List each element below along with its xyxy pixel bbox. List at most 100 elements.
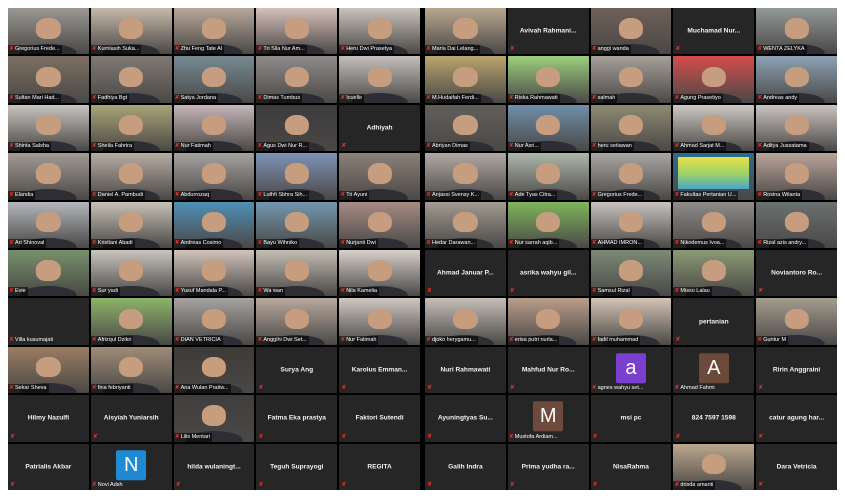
participant-tile[interactable]: ✘Guntur M (756, 298, 837, 345)
participant-tile[interactable]: ✘Samsul Rizal (590, 250, 672, 297)
participant-tile[interactable]: a ✘agnes wahyu set... (590, 346, 672, 394)
participant-tile[interactable]: ✘Misso Lalau (673, 250, 755, 297)
participant-tile[interactable]: Faktori Sutendi ✘ (339, 395, 420, 442)
participant-tile[interactable]: ✘Fadhiya Bgt (90, 56, 172, 103)
participant-tile[interactable]: ✘Zhu Feng Tate Al (173, 8, 255, 55)
participant-tile[interactable]: Karolus Emman... ✘ (339, 346, 420, 394)
participant-tile[interactable]: ✘M.Hudaifah Ferdi... (425, 56, 506, 103)
participant-tile[interactable]: ✘Wa wan (256, 250, 338, 297)
participant-tile[interactable]: ✘Gregorius Frede... (8, 8, 89, 55)
participant-tile[interactable]: ✘Tri Ayuni (339, 153, 420, 200)
participant-tile[interactable]: ✘Elandia (8, 153, 89, 200)
participant-tile[interactable]: ✘Andreas Cosimo (173, 201, 255, 248)
participant-tile[interactable]: ✘Nila Kamelia (339, 250, 420, 297)
participant-tile[interactable]: Avivah Rahmani... ✘ (507, 8, 589, 55)
participant-tile[interactable]: ✘Luthfi Sbhra Sih... (256, 153, 338, 200)
participant-tile[interactable]: ✘Rosina Wilanta (756, 153, 837, 200)
participant-tile[interactable]: Surya Ang ✘ (256, 346, 338, 394)
participant-tile[interactable]: ✘Agus Dwi Nur R... (256, 104, 338, 152)
participant-tile[interactable]: ✘Nurjanti Dwi (339, 201, 420, 248)
participant-tile[interactable]: asrika wahyu gil... ✘ (507, 250, 589, 297)
participant-tile[interactable]: ✘Heru Dwi Prasetya (339, 8, 420, 55)
participant-tile[interactable]: msi pc ✘ (590, 395, 672, 442)
participant-tile[interactable]: ✘Nur Fatimah (173, 104, 255, 152)
participant-tile[interactable]: ✘Nur Asri... (507, 104, 589, 152)
participant-tile[interactable]: hilda wulaningt... ✘ (173, 443, 255, 490)
participant-tile[interactable]: Noviantoro Ro... ✘ (756, 250, 837, 297)
participant-tile[interactable]: ✘Bayu Wihniko (256, 201, 338, 248)
participant-tile[interactable]: ✘WENTA ZELYKA (756, 8, 837, 55)
participant-tile[interactable]: Nuri Rahmawati ✘ (425, 346, 506, 394)
participant-tile[interactable]: ✘erisa putri nurla... (507, 298, 589, 345)
participant-tile[interactable]: pertanian ✘ (673, 298, 755, 345)
participant-tile[interactable]: Ayuningtyas Su... ✘ (425, 395, 506, 442)
participant-tile[interactable]: N ✘Novi Adsh (90, 443, 172, 490)
participant-tile[interactable]: Fatma Eka prastya ✘ (256, 395, 338, 442)
participant-tile[interactable]: ✘Abriyan Dimas (425, 104, 506, 152)
participant-tile[interactable]: ✘fadil muhammad (590, 298, 672, 345)
participant-tile[interactable]: ✘Gregorius Frede... (590, 153, 672, 200)
participant-tile[interactable]: catur agung har... ✘ (756, 395, 837, 442)
participant-tile[interactable]: ✘DIAN VETRICIA (173, 298, 255, 345)
participant-tile[interactable]: Mahfud Nur Ro... ✘ (507, 346, 589, 394)
participant-tile[interactable]: ✘Satya Jordana (173, 56, 255, 103)
participant-tile[interactable]: Teguh Suprayogi ✘ (256, 443, 338, 490)
participant-tile[interactable]: ✘Ade Tyas Citra... (507, 153, 589, 200)
participant-tile[interactable]: ✘Shinta Salsha (8, 104, 89, 152)
participant-tile[interactable]: ✘Tri Sila Nur Am... (256, 8, 338, 55)
participant-tile[interactable]: Galih Indra ✘ (425, 443, 506, 490)
participant-tile[interactable]: ✘Anggihi Dwi Set... (256, 298, 338, 345)
participant-tile[interactable]: ✘Evie (8, 250, 89, 297)
participant-tile[interactable]: Aisyiah Yuniarsih ✘ (90, 395, 172, 442)
participant-tile[interactable]: ✘Nikodemus Ivoa... (673, 201, 755, 248)
participant-tile[interactable]: ✘Rizal azis andry... (756, 201, 837, 248)
participant-tile[interactable]: Ahmad Januar P... ✘ (425, 250, 506, 297)
participant-tile[interactable]: Ririn Anggraini ✘ (756, 346, 837, 394)
participant-tile[interactable]: Prima yudha ra... ✘ (507, 443, 589, 490)
participant-tile[interactable]: ✘Riska Rahmawati (507, 56, 589, 103)
participant-tile[interactable]: ✘heru setiawan (590, 104, 672, 152)
participant-tile[interactable]: ✘Abdurrozaq (173, 153, 255, 200)
participant-tile[interactable]: M ✘Mustofa Ardiam... (507, 395, 589, 442)
participant-tile[interactable]: ✘Sultan Mari Had... (8, 56, 89, 103)
participant-tile[interactable]: ✘Sur yadi (90, 250, 172, 297)
participant-tile[interactable]: ✘Dimas Tumbus (256, 56, 338, 103)
participant-tile[interactable]: ✘Nur sarrah aqib... (507, 201, 589, 248)
participant-tile[interactable]: ✘djoko herygamu... (425, 298, 506, 345)
participant-tile[interactable]: ✘Kurniasih Suka... (90, 8, 172, 55)
participant-tile[interactable]: ✘Ari Shinoval (8, 201, 89, 248)
participant-tile[interactable]: Adhiyah ✘ (339, 104, 420, 152)
participant-tile[interactable]: ✘Villa kusumajati (8, 298, 89, 345)
participant-tile[interactable]: ✘Agung Prasetiyo (673, 56, 755, 103)
participant-tile[interactable]: Dara Vetricia ✘ (756, 443, 837, 490)
participant-tile[interactable]: A ✘Ahmad Fahmi (673, 346, 755, 394)
participant-tile[interactable]: REGITA ✘ (339, 443, 420, 490)
participant-tile[interactable]: ✘AHMAD IMRON... (590, 201, 672, 248)
participant-tile[interactable]: ✘Kristiani Abadi (90, 201, 172, 248)
participant-tile[interactable]: ✘Ahmad Sarjat M... (673, 104, 755, 152)
participant-tile[interactable]: ✘Fakultas Pertanian U... (673, 153, 755, 200)
participant-tile[interactable]: NisaRahma ✘ (590, 443, 672, 490)
participant-tile[interactable]: ✘Anjassi Svensy K... (425, 153, 506, 200)
participant-tile[interactable]: ✘Yusuf Mandala P... (173, 250, 255, 297)
participant-tile[interactable]: ✘Icuelle (339, 56, 420, 103)
participant-tile[interactable]: Patrialis Akbar ✘ (8, 443, 89, 490)
participant-tile[interactable]: ✘Ana Wulan Pratiw... (173, 346, 255, 394)
participant-tile[interactable]: ✘Hedar Darawan... (425, 201, 506, 248)
participant-tile[interactable]: ✘Aditya Jussatama (756, 104, 837, 152)
participant-tile[interactable]: ✘Daniel A. Pambudi (90, 153, 172, 200)
participant-tile[interactable]: ✘drisda amanti (673, 443, 755, 490)
participant-tile[interactable]: ✘Lilis Mentari (173, 395, 255, 442)
participant-tile[interactable]: Muchamad Nur... ✘ (673, 8, 755, 55)
participant-tile[interactable]: ✘Andreas andy (756, 56, 837, 103)
participant-tile[interactable]: ✘salmah (590, 56, 672, 103)
participant-tile[interactable]: ✘Maria Dai Lelang... (425, 8, 506, 55)
participant-tile[interactable]: ✘Nur Fatimah (339, 298, 420, 345)
participant-tile[interactable]: ✘anggi wanda (590, 8, 672, 55)
participant-tile[interactable]: ✘Afrizqul Dzikri (90, 298, 172, 345)
participant-tile[interactable]: ✘fina febriyanti (90, 346, 172, 394)
participant-tile[interactable]: Hilmy Nazulfi ✘ (8, 395, 89, 442)
participant-tile[interactable]: ✘Sheila Fahrira (90, 104, 172, 152)
participant-tile[interactable]: 824 7597 1598 ✘ (673, 395, 755, 442)
participant-tile[interactable]: ✘Sekar Sheva (8, 346, 89, 394)
